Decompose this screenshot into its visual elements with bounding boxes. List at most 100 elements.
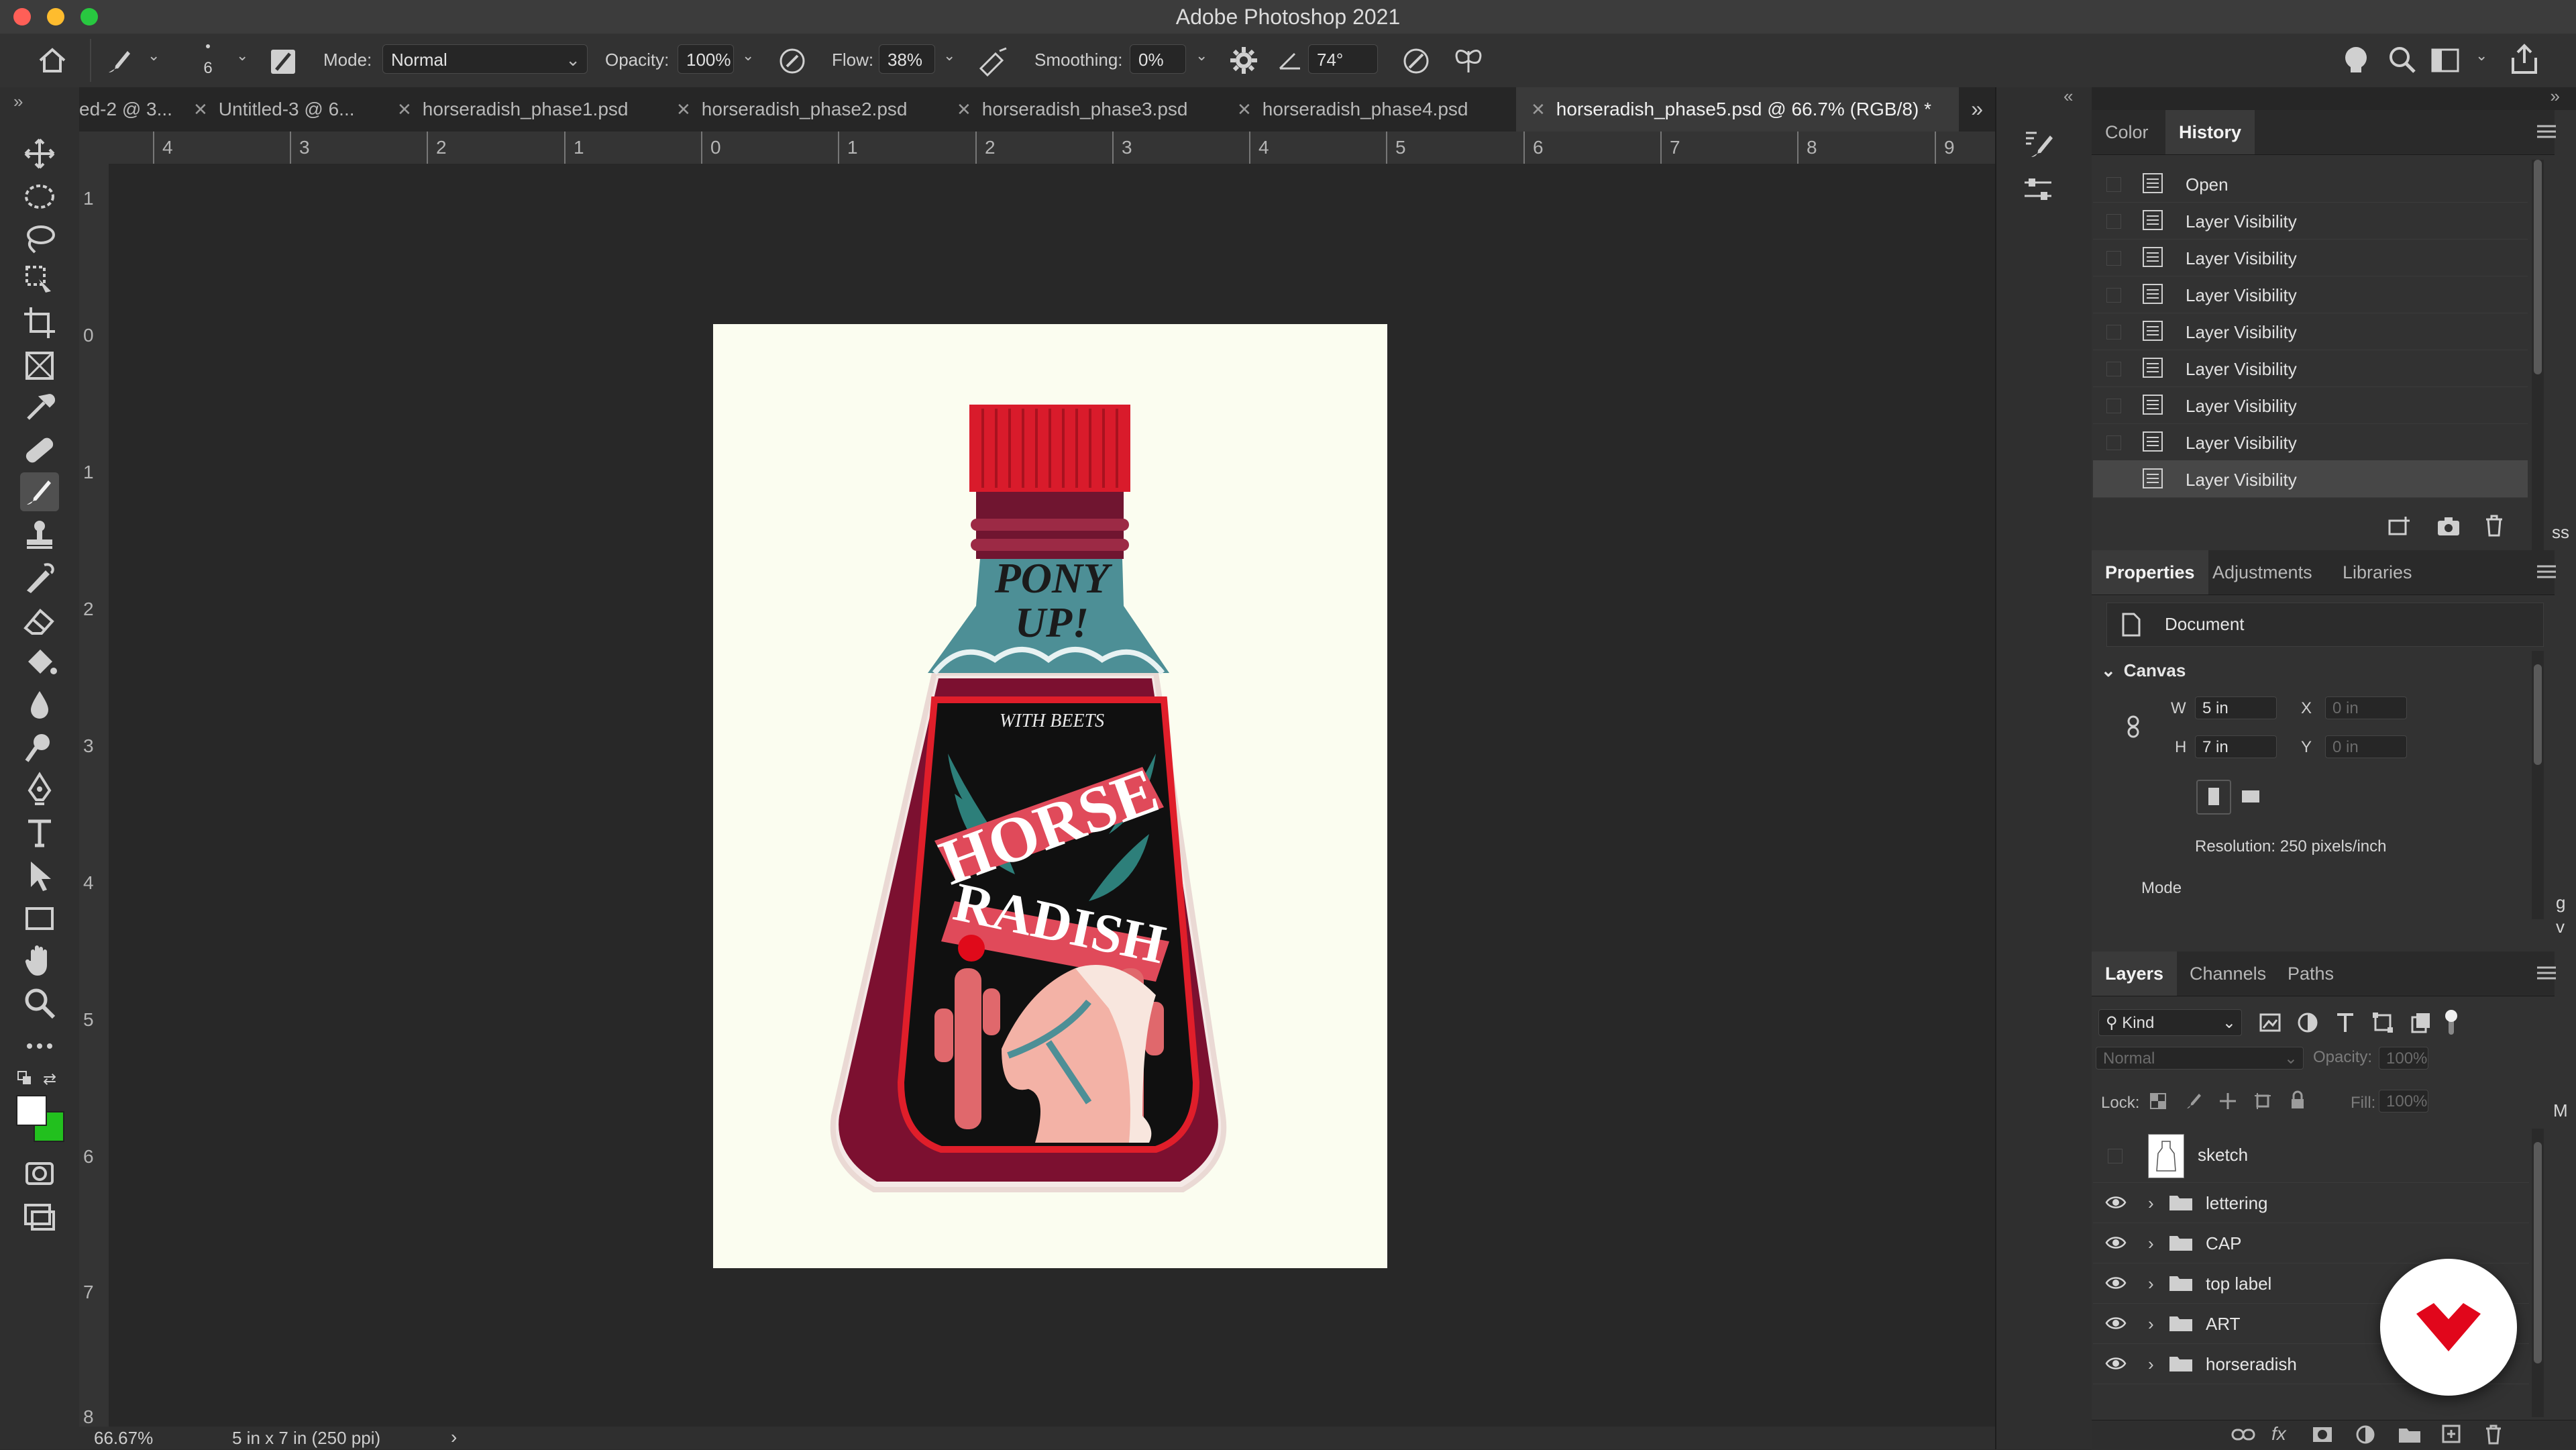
layer-filter-kind-dropdown[interactable]: ⚲ Kind ⌄ bbox=[2098, 1009, 2242, 1036]
lock-all-icon[interactable] bbox=[2288, 1090, 2308, 1111]
symmetry-butterfly-icon[interactable] bbox=[1452, 44, 1485, 78]
filter-toggle-switch[interactable] bbox=[2443, 1009, 2459, 1036]
document-tab[interactable]: ✕ horseradish_phase2.psd bbox=[676, 87, 958, 132]
document-tab[interactable]: ✕ horseradish_phase3.psd bbox=[957, 87, 1238, 132]
history-brush-source-checkbox[interactable] bbox=[2106, 435, 2121, 450]
eye-visibility-icon[interactable] bbox=[2105, 1235, 2127, 1251]
link-dimensions-icon[interactable] bbox=[2125, 714, 2143, 741]
chevron-down-icon[interactable]: ⌄ bbox=[1195, 48, 1208, 63]
filter-shape-layers-icon[interactable] bbox=[2371, 1011, 2395, 1035]
history-state-row[interactable]: Layer Visibility bbox=[2093, 239, 2528, 276]
tab-properties[interactable]: Properties bbox=[2092, 550, 2208, 594]
healing-brush-tool-icon[interactable] bbox=[20, 431, 59, 470]
lock-position-icon[interactable] bbox=[2218, 1091, 2238, 1111]
tab-adjustments[interactable]: Adjustments bbox=[2199, 550, 2326, 594]
pen-tool-icon[interactable] bbox=[20, 770, 59, 809]
chevron-right-icon[interactable]: › bbox=[2148, 1314, 2161, 1334]
close-tab-icon[interactable]: ✕ bbox=[1531, 99, 1546, 119]
chevron-right-icon[interactable]: › bbox=[2148, 1193, 2161, 1213]
history-state-row[interactable]: Layer Visibility bbox=[2093, 423, 2528, 461]
brand-badge[interactable] bbox=[2380, 1259, 2517, 1396]
pressure-size-icon[interactable] bbox=[1399, 46, 1433, 76]
workspace-icon[interactable] bbox=[2430, 46, 2461, 75]
tab-history[interactable]: History bbox=[2165, 110, 2255, 154]
chevron-right-icon[interactable]: › bbox=[2148, 1233, 2161, 1253]
lock-image-pixels-icon[interactable] bbox=[2183, 1091, 2203, 1111]
history-brush-source-checkbox[interactable] bbox=[2106, 472, 2121, 487]
new-adjustment-layer-icon[interactable] bbox=[2355, 1425, 2376, 1445]
more-tabs-icon[interactable]: » bbox=[1971, 97, 1983, 121]
add-mask-icon[interactable] bbox=[2312, 1425, 2333, 1445]
width-field[interactable]: 5 in bbox=[2195, 696, 2277, 719]
gear-icon[interactable] bbox=[1229, 46, 1258, 75]
history-state-row[interactable]: Layer Visibility bbox=[2093, 276, 2528, 313]
eye-visibility-icon[interactable] bbox=[2105, 1275, 2127, 1291]
history-brush-tool-icon[interactable] bbox=[20, 558, 59, 597]
layer-fx-icon[interactable]: fx bbox=[2271, 1423, 2286, 1445]
blur-tool-icon[interactable] bbox=[20, 686, 59, 725]
close-tab-icon[interactable]: ✕ bbox=[1237, 99, 1252, 119]
adjustments-sliders-icon[interactable] bbox=[2019, 170, 2057, 208]
quick-mask-icon[interactable] bbox=[20, 1154, 59, 1193]
chevron-down-icon[interactable]: ⌄ bbox=[236, 48, 248, 63]
history-state-row[interactable]: Open bbox=[2093, 165, 2528, 203]
brush-tool-icon[interactable] bbox=[20, 472, 59, 511]
document-tab[interactable]: ✕ horseradish_phase1.psd bbox=[397, 87, 679, 132]
history-brush-source-checkbox[interactable] bbox=[2106, 177, 2121, 192]
swap-colors-icon[interactable]: ⇄ bbox=[43, 1070, 60, 1088]
document-tab[interactable]: ✕ horseradish_phase4.psd bbox=[1237, 87, 1519, 132]
collapse-dock-icon[interactable]: « bbox=[2063, 86, 2073, 107]
tab-color[interactable]: Color bbox=[2092, 110, 2162, 154]
filter-type-layers-icon[interactable] bbox=[2333, 1011, 2357, 1035]
history-scrollbar[interactable] bbox=[2532, 160, 2544, 589]
history-brush-source-checkbox[interactable] bbox=[2106, 288, 2121, 303]
pressure-opacity-icon[interactable] bbox=[777, 46, 808, 76]
dodge-tool-icon[interactable] bbox=[20, 729, 59, 768]
object-selection-tool-icon[interactable] bbox=[20, 260, 59, 299]
history-brush-source-checkbox[interactable] bbox=[2106, 399, 2121, 413]
move-tool-icon[interactable] bbox=[20, 134, 59, 173]
brush-settings-icon[interactable] bbox=[2019, 125, 2057, 162]
eye-visibility-icon[interactable] bbox=[2105, 1315, 2127, 1331]
chevron-down-icon[interactable]: ⌄ bbox=[2475, 48, 2487, 63]
status-menu-arrow[interactable]: › bbox=[451, 1427, 457, 1448]
blend-mode-dropdown[interactable]: Normal ⌄ bbox=[2096, 1047, 2304, 1070]
smoothing-field[interactable]: 0% bbox=[1130, 44, 1186, 74]
delete-layer-icon[interactable] bbox=[2483, 1423, 2504, 1445]
mode-dropdown[interactable]: Normal ⌄ bbox=[382, 44, 588, 74]
filter-smart-objects-icon[interactable] bbox=[2408, 1011, 2432, 1035]
eye-visibility-icon[interactable] bbox=[2105, 1355, 2127, 1371]
history-state-row[interactable]: Layer Visibility bbox=[2093, 202, 2528, 240]
filter-adjustment-layers-icon[interactable] bbox=[2296, 1011, 2320, 1035]
airbrush-icon[interactable] bbox=[977, 46, 1010, 77]
visibility-toggle-off[interactable] bbox=[2108, 1149, 2123, 1163]
new-layer-icon[interactable] bbox=[2440, 1423, 2462, 1445]
fill-field[interactable]: 100% bbox=[2379, 1090, 2428, 1112]
layer-row[interactable]: › CAP bbox=[2093, 1223, 2529, 1263]
chevron-down-icon[interactable]: ⌄ bbox=[943, 48, 955, 63]
crop-tool-icon[interactable] bbox=[20, 303, 59, 342]
collapse-panels-icon[interactable]: » bbox=[2551, 86, 2560, 107]
frame-tool-icon[interactable] bbox=[20, 346, 59, 385]
link-layers-icon[interactable] bbox=[2231, 1425, 2255, 1445]
layer-opacity-field[interactable]: 100% bbox=[2379, 1047, 2428, 1070]
share-icon[interactable] bbox=[2509, 43, 2540, 76]
zoom-tool-icon[interactable] bbox=[20, 984, 59, 1023]
collapse-panel-icon[interactable]: » bbox=[13, 91, 23, 112]
history-state-row[interactable]: Layer Visibility bbox=[2093, 313, 2528, 350]
history-state-row[interactable]: Layer Visibility bbox=[2093, 386, 2528, 424]
document-tab[interactable]: ed-2 @ 3... bbox=[79, 87, 186, 132]
new-group-icon[interactable] bbox=[2398, 1425, 2422, 1445]
lock-transparent-pixels-icon[interactable] bbox=[2148, 1091, 2168, 1111]
brush-size-picker[interactable]: 6 bbox=[195, 39, 221, 82]
panel-menu-icon[interactable] bbox=[2537, 966, 2556, 980]
paint-bucket-tool-icon[interactable] bbox=[20, 643, 59, 682]
close-tab-icon[interactable]: ✕ bbox=[676, 99, 691, 119]
chevron-down-icon[interactable]: ⌄ bbox=[148, 48, 160, 63]
default-colors-icon[interactable] bbox=[17, 1071, 32, 1086]
eye-visibility-icon[interactable] bbox=[2105, 1194, 2127, 1210]
elliptical-marquee-tool-icon[interactable] bbox=[20, 177, 59, 216]
close-tab-icon[interactable]: ✕ bbox=[397, 99, 412, 119]
opacity-field[interactable]: 100% bbox=[678, 44, 734, 74]
history-brush-source-checkbox[interactable] bbox=[2106, 362, 2121, 376]
